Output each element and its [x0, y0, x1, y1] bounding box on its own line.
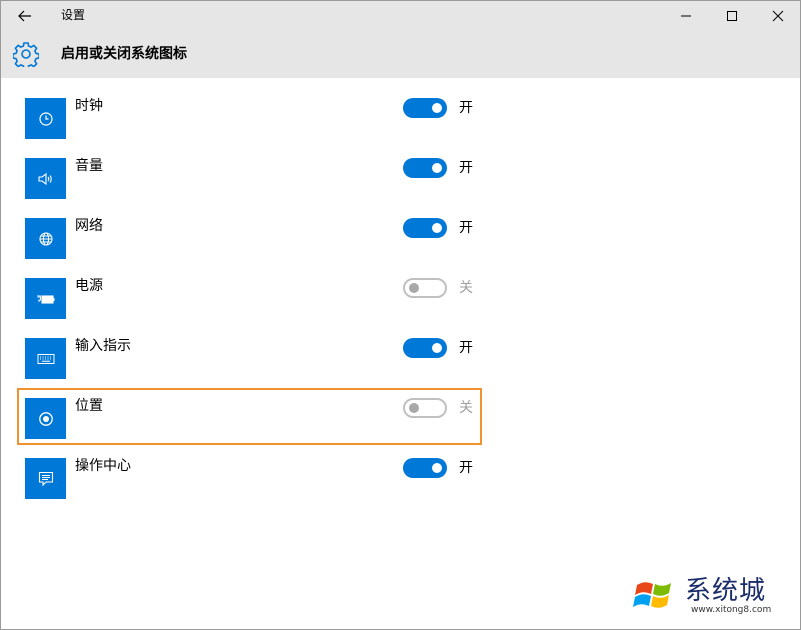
setting-row-network: 网络 开	[1, 218, 800, 278]
toggle-switch[interactable]	[403, 458, 447, 478]
minimize-icon	[681, 15, 691, 17]
volume-tile	[25, 158, 66, 199]
globe-icon	[38, 231, 53, 246]
toggle-state-text: 开	[459, 460, 473, 476]
setting-row-power: 电源 关	[1, 278, 800, 338]
row-label: 时钟	[75, 98, 103, 114]
minimize-button[interactable]	[663, 1, 709, 31]
toggle-switch[interactable]	[403, 278, 447, 298]
battery-icon	[37, 294, 54, 304]
setting-row-clock: 时钟 开	[1, 98, 800, 158]
power-tile	[25, 278, 66, 319]
volume-icon	[37, 172, 52, 185]
row-label: 操作中心	[75, 458, 131, 474]
close-icon	[772, 10, 784, 22]
toggle-switch[interactable]	[403, 98, 447, 118]
maximize-icon	[727, 11, 737, 21]
toggle-switch[interactable]	[403, 158, 447, 178]
network-tile	[25, 218, 66, 259]
watermark-url: www.xitong8.com	[691, 605, 772, 615]
toggle-state-text: 开	[459, 340, 473, 356]
page-header: 启用或关闭系统图标	[1, 31, 800, 78]
setting-row-volume: 音量 开	[1, 158, 800, 218]
keyboard-icon	[37, 353, 54, 364]
close-button[interactable]	[755, 1, 800, 31]
toggle-state-text: 开	[459, 160, 473, 176]
row-label: 音量	[75, 158, 103, 174]
action-center-tile	[25, 458, 66, 499]
row-label: 输入指示	[75, 338, 131, 354]
back-arrow-icon	[18, 10, 31, 22]
row-label: 网络	[75, 218, 103, 234]
toggle-state-text: 关	[459, 280, 473, 296]
action-center-icon	[38, 471, 53, 486]
toggle-state-text: 开	[459, 100, 473, 116]
clock-icon	[38, 111, 53, 126]
setting-row-action-center: 操作中心 开	[1, 458, 800, 518]
toggle-switch[interactable]	[403, 218, 447, 238]
row-label: 电源	[75, 278, 103, 294]
toggle-switch[interactable]	[403, 338, 447, 358]
input-indicator-tile	[25, 338, 66, 379]
watermark-text: 系统城	[685, 576, 767, 606]
maximize-button[interactable]	[709, 1, 755, 31]
title-bar: 设置	[1, 1, 800, 31]
toggle-state-text: 开	[459, 220, 473, 236]
highlight-box	[17, 388, 482, 445]
settings-window: 设置 启用或关闭系统图标 时钟 开 音量 开 网络 开 电源 关 输入指示 开 …	[0, 0, 801, 630]
windows-flag-logo	[633, 582, 671, 608]
page-title: 启用或关闭系统图标	[61, 46, 187, 62]
clock-tile	[25, 98, 66, 139]
gear-icon	[13, 42, 39, 67]
window-title: 设置	[61, 8, 86, 22]
site-watermark: 系统城 www.xitong8.com	[633, 573, 793, 617]
back-button[interactable]	[1, 1, 49, 31]
